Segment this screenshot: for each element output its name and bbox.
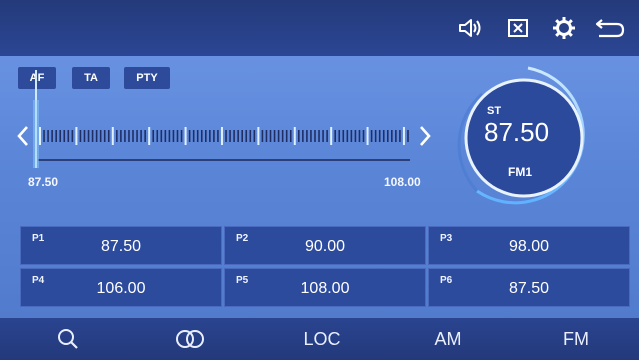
preset-grid: P1 87.50 P2 90.00 P3 98.00 P4 106.00 P5 … bbox=[20, 226, 630, 310]
preset-p4[interactable]: P4 106.00 bbox=[20, 268, 222, 307]
frequency-max-label: 108.00 bbox=[384, 175, 421, 189]
af-button[interactable]: AF bbox=[18, 67, 56, 89]
am-button[interactable]: AM bbox=[420, 318, 476, 360]
preset-frequency: 90.00 bbox=[304, 238, 346, 255]
pty-button[interactable]: PTY bbox=[124, 67, 170, 89]
current-frequency: 87.50 bbox=[484, 117, 550, 147]
ta-label: TA bbox=[84, 72, 98, 84]
preset-frequency: 87.50 bbox=[100, 238, 142, 255]
stereo-indicator: ST bbox=[487, 105, 502, 117]
stereo-icon bbox=[176, 330, 204, 348]
back-icon[interactable] bbox=[592, 14, 626, 42]
preset-frequency: 87.50 bbox=[508, 280, 550, 297]
ta-button[interactable]: TA bbox=[72, 67, 110, 89]
fm-button[interactable]: FM bbox=[546, 318, 606, 360]
preset-frequency: 98.00 bbox=[508, 238, 550, 255]
stereo-toggle-button[interactable] bbox=[160, 318, 220, 360]
search-button[interactable] bbox=[40, 318, 96, 360]
preset-p1[interactable]: P1 87.50 bbox=[20, 226, 222, 265]
preset-frequency: 108.00 bbox=[300, 280, 350, 297]
preset-p2[interactable]: P2 90.00 bbox=[224, 226, 426, 265]
band-label: FM1 bbox=[508, 165, 532, 179]
preset-frequency: 106.00 bbox=[96, 280, 146, 297]
pty-label: PTY bbox=[136, 72, 158, 84]
loc-label: LOC bbox=[303, 328, 341, 349]
fm-label: FM bbox=[563, 328, 589, 349]
radio-screen: AF TA PTY 87.50 108.00 ST 87.50 FM1 P1 8… bbox=[0, 0, 639, 360]
frequency-scale[interactable] bbox=[38, 126, 410, 146]
top-bar bbox=[0, 0, 639, 56]
volume-icon[interactable] bbox=[456, 14, 484, 42]
mute-icon[interactable] bbox=[504, 14, 532, 42]
gear-icon[interactable] bbox=[550, 14, 578, 42]
tune-right-arrow-icon[interactable] bbox=[418, 124, 432, 148]
preset-p5[interactable]: P5 108.00 bbox=[224, 268, 426, 307]
search-icon bbox=[58, 329, 78, 349]
bottom-bar: LOC AM FM bbox=[0, 318, 639, 360]
tune-left-arrow-icon[interactable] bbox=[16, 124, 30, 148]
am-label: AM bbox=[434, 328, 462, 349]
loc-button[interactable]: LOC bbox=[290, 318, 354, 360]
preset-p3[interactable]: P3 98.00 bbox=[428, 226, 630, 265]
frequency-min-label: 87.50 bbox=[28, 175, 59, 189]
preset-p6[interactable]: P6 87.50 bbox=[428, 268, 630, 307]
af-label: AF bbox=[29, 72, 45, 84]
